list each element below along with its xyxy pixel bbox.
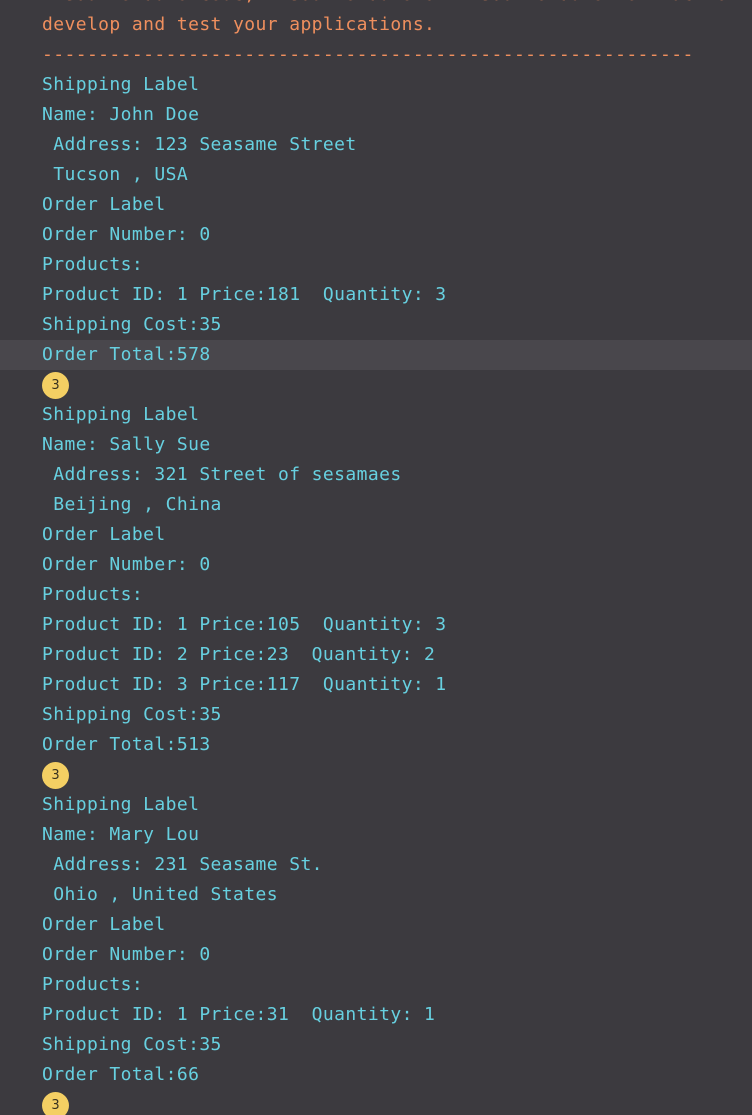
repeat-count-row: 3 xyxy=(0,760,752,790)
order-total: Order Total:578 xyxy=(0,340,752,370)
product-line: Product ID: 1 Price:31 Quantity: 1 xyxy=(42,1004,436,1025)
order-number: Order Number: 0 xyxy=(42,554,211,575)
order-total: Order Total:66 xyxy=(42,1064,200,1085)
console-output: Visual Studio Code, Visual Studio or Vis… xyxy=(0,0,752,1115)
header-text-line-2: develop and test your applications. xyxy=(42,14,436,35)
product-line: Product ID: 3 Price:117 Quantity: 1 xyxy=(42,674,447,695)
repeat-count-row: 3 xyxy=(0,370,752,400)
order-label-heading: Order Label xyxy=(42,524,166,545)
header-separator: ----------------------------------------… xyxy=(42,44,694,65)
order-total: Order Total:513 xyxy=(42,734,211,755)
order-label-heading: Order Label xyxy=(42,914,166,935)
order-number: Order Number: 0 xyxy=(42,224,211,245)
customer-address: Address: 123 Seasame Street xyxy=(42,134,357,155)
repeat-count-badge[interactable]: 3 xyxy=(42,761,69,789)
order-label-heading: Order Label xyxy=(42,194,166,215)
products-heading: Products: xyxy=(42,974,144,995)
shipping-cost: Shipping Cost:35 xyxy=(42,704,222,725)
customer-name: Name: John Doe xyxy=(42,104,200,125)
products-heading: Products: xyxy=(42,254,144,275)
shipping-cost: Shipping Cost:35 xyxy=(42,1034,222,1055)
shipping-label-heading: Shipping Label xyxy=(42,794,200,815)
product-line: Product ID: 1 Price:105 Quantity: 3 xyxy=(42,614,447,635)
shipping-cost: Shipping Cost:35 xyxy=(42,314,222,335)
repeat-count-badge[interactable]: 3 xyxy=(42,371,69,399)
repeat-count-badge[interactable]: 3 xyxy=(42,1091,69,1115)
customer-address: Address: 321 Street of sesamaes xyxy=(42,464,402,485)
customer-address: Address: 231 Seasame St. xyxy=(42,854,323,875)
shipping-label-heading: Shipping Label xyxy=(42,404,200,425)
product-line: Product ID: 1 Price:181 Quantity: 3 xyxy=(42,284,447,305)
products-heading: Products: xyxy=(42,584,144,605)
shipping-label-heading: Shipping Label xyxy=(42,74,200,95)
header-text-line-1: Visual Studio Code, Visual Studio or Vis… xyxy=(0,0,752,10)
customer-name: Name: Sally Sue xyxy=(42,434,211,455)
repeat-count-row: 3 xyxy=(0,1090,752,1115)
order-number: Order Number: 0 xyxy=(42,944,211,965)
customer-name: Name: Mary Lou xyxy=(42,824,200,845)
customer-city-country: Beijing , China xyxy=(42,494,222,515)
customer-city-country: Ohio , United States xyxy=(42,884,278,905)
customer-city-country: Tucson , USA xyxy=(42,164,189,185)
product-line: Product ID: 2 Price:23 Quantity: 2 xyxy=(42,644,436,665)
